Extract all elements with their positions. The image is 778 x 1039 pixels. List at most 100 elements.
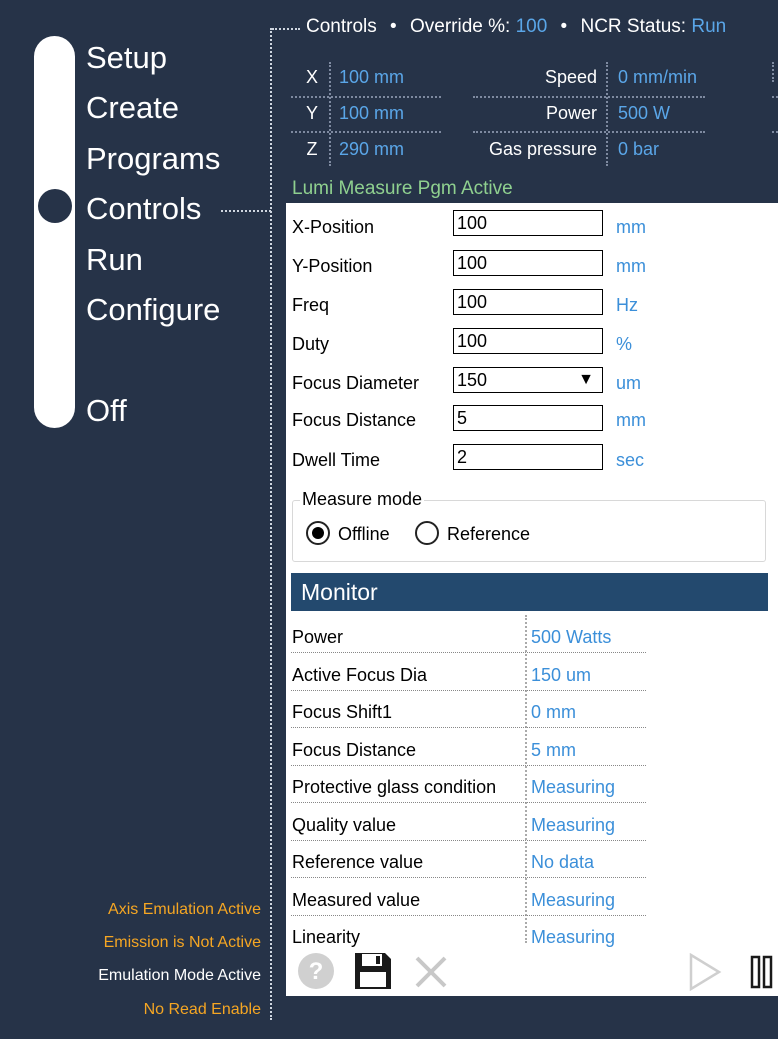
monitor-label-quality-value: Quality value: [292, 815, 397, 835]
freq-input[interactable]: 100: [453, 289, 603, 315]
focus-distance-input[interactable]: 5: [453, 405, 603, 431]
monitor-row-separator: [291, 877, 646, 878]
nav-item-setup[interactable]: Setup: [86, 38, 167, 78]
y-position-unit: mm: [616, 256, 646, 276]
monitor-label-active-focus-dia: Active Focus Dia: [292, 665, 428, 685]
nav-item-create[interactable]: Create: [86, 88, 179, 128]
monitor-label-focus-distance: Focus Distance: [292, 740, 417, 760]
duty-unit: %: [616, 334, 633, 354]
monitor-label-linearity: Linearity: [292, 927, 361, 947]
monitor-label-measured-value: Measured value: [292, 890, 421, 910]
dwell-time-input[interactable]: 2: [453, 444, 603, 470]
monitor-row-separator: [291, 765, 646, 766]
controls-panel: X-Position 100 mm Y-Position 100 mm Freq…: [286, 203, 778, 996]
header-controls-label: Controls: [306, 16, 377, 37]
x-position-unit: mm: [616, 217, 646, 237]
field-label-freq: Freq: [292, 295, 330, 315]
status-header: Controls • Override %: 100 • NCR Status:…: [306, 14, 726, 40]
monitor-title: Monitor: [301, 579, 378, 605]
param-row-separator-right: [772, 96, 778, 98]
monitor-row-separator: [291, 915, 646, 916]
dwell-time-unit: sec: [616, 450, 645, 470]
nav-item-controls[interactable]: Controls: [86, 189, 201, 229]
param-value-power: 500 W: [618, 103, 671, 123]
measure-mode-title: Measure mode: [300, 487, 425, 511]
axis-value-z: 290 mm: [339, 139, 405, 159]
monitor-row-separator: [291, 690, 646, 691]
monitor-label-power: Power: [292, 627, 344, 647]
param-label-gas-pressure: Gas pressure: [488, 139, 597, 159]
nav-track: [34, 36, 75, 428]
monitor-value-linearity: Measuring: [531, 927, 616, 947]
y-position-input[interactable]: 100: [453, 250, 603, 276]
header-override-label: Override %:: [409, 16, 511, 37]
save-icon[interactable]: [352, 950, 394, 992]
monitor-value-reference-value: No data: [531, 852, 595, 872]
svg-text:?: ?: [309, 958, 324, 985]
axis-row-separator: [291, 96, 441, 98]
radio-offline[interactable]: [306, 521, 330, 545]
header-connector-line: [272, 28, 300, 30]
monitor-row-separator: [291, 652, 646, 653]
radio-selected-dot: [312, 527, 324, 539]
monitor-header: Monitor: [291, 573, 768, 611]
param-label-power: Power: [545, 103, 597, 123]
monitor-row-separator: [291, 802, 646, 803]
field-label-x-position: X-Position: [292, 217, 375, 237]
nav-item-off[interactable]: Off: [86, 391, 127, 431]
divider-vertical: [270, 28, 272, 1020]
help-icon[interactable]: ?: [297, 952, 335, 990]
focus-distance-unit: mm: [616, 410, 646, 430]
status-axis-emulation: Axis Emulation Active: [108, 901, 261, 918]
freq-unit: Hz: [616, 295, 638, 315]
radio-reference[interactable]: [415, 521, 439, 545]
header-override-value: 100: [515, 16, 548, 37]
monitor-value-power: 500 Watts: [531, 627, 612, 647]
param-separator: [606, 62, 608, 166]
header-bullet: •: [390, 16, 397, 37]
nav-item-programs[interactable]: Programs: [86, 139, 220, 179]
radio-label-reference[interactable]: Reference: [447, 522, 530, 546]
nav-item-configure[interactable]: Configure: [86, 290, 220, 330]
monitor-value-measured-value: Measuring: [531, 890, 616, 910]
field-label-duty: Duty: [292, 334, 330, 354]
field-label-dwell-time: Dwell Time: [292, 450, 381, 470]
radio-label-offline[interactable]: Offline: [338, 522, 390, 546]
focus-diameter-select[interactable]: 150 ▼: [453, 367, 603, 393]
monitor-value-active-focus-dia: 150 um: [531, 665, 592, 685]
monitor-label-reference-value: Reference value: [292, 852, 424, 872]
duty-input[interactable]: 100: [453, 328, 603, 354]
monitor-label-focus-shift1: Focus Shift1: [292, 702, 393, 722]
focus-diameter-value: 150: [457, 370, 488, 390]
axis-value-x: 100 mm: [339, 67, 405, 87]
axis-label-z: Z: [306, 139, 318, 159]
chevron-down-icon: ▼: [578, 371, 594, 388]
nav-connector-line: [221, 210, 271, 212]
status-read-enable: No Read Enable: [143, 1001, 261, 1018]
close-icon[interactable]: [414, 955, 448, 989]
monitor-value-quality-value: Measuring: [531, 815, 616, 835]
axis-row-separator: [291, 131, 441, 133]
param-row-separator: [473, 96, 705, 98]
param-value-speed: 0 mm/min: [618, 67, 698, 87]
nav-selected-indicator: [38, 189, 72, 223]
monitor-value-protective-glass: Measuring: [531, 777, 616, 797]
header-ncr-label: NCR Status:: [580, 16, 687, 37]
param-label-speed: Speed: [544, 67, 597, 87]
pause-icon[interactable]: [750, 955, 774, 989]
x-position-input[interactable]: 100: [453, 210, 603, 236]
monitor-row-separator: [291, 727, 646, 728]
axis-value-y: 100 mm: [339, 103, 405, 123]
field-label-focus-diameter: Focus Diameter: [292, 373, 420, 393]
param-separator-right: [772, 62, 774, 82]
monitor-value-focus-distance: 5 mm: [531, 740, 576, 760]
field-label-y-position: Y-Position: [292, 256, 373, 276]
nav-item-run[interactable]: Run: [86, 240, 143, 280]
monitor-value-focus-shift1: 0 mm: [531, 702, 576, 722]
monitor-row-separator: [291, 840, 646, 841]
play-icon[interactable]: [688, 953, 722, 991]
status-emulation-mode: Emulation Mode Active: [98, 967, 261, 984]
header-ncr-value: Run: [691, 16, 727, 37]
focus-diameter-unit: um: [616, 373, 642, 393]
status-emission: Emission is Not Active: [103, 934, 261, 951]
